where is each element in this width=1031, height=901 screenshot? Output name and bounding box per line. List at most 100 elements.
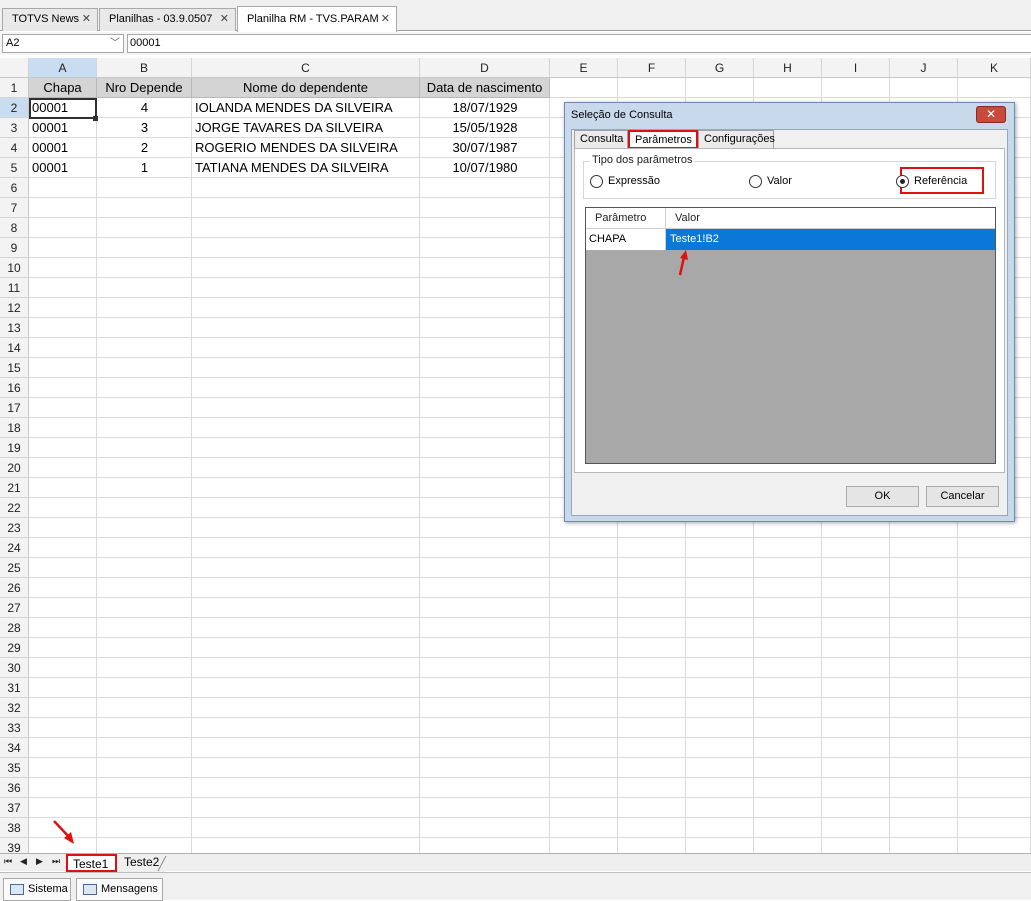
param-value-cell[interactable]: Teste1!B2 <box>666 229 995 250</box>
radio-button-checked-icon[interactable] <box>896 175 909 188</box>
row-header-38[interactable]: 38 <box>0 818 29 838</box>
row-header-14[interactable]: 14 <box>0 338 29 358</box>
row-header-1[interactable]: 1 <box>0 78 29 98</box>
row-header-35[interactable]: 35 <box>0 758 29 778</box>
row-header-24[interactable]: 24 <box>0 538 29 558</box>
select-all-corner[interactable] <box>0 58 29 78</box>
row-header-37[interactable]: 37 <box>0 798 29 818</box>
row-header-5[interactable]: 5 <box>0 158 29 178</box>
close-icon[interactable]: ✕ <box>220 9 229 30</box>
column-header-a[interactable]: A <box>29 58 97 78</box>
table-cell[interactable]: 00001 <box>29 158 97 178</box>
row-header-7[interactable]: 7 <box>0 198 29 218</box>
row-header-26[interactable]: 26 <box>0 578 29 598</box>
table-cell[interactable]: IOLANDA MENDES DA SILVEIRA <box>192 98 420 118</box>
next-sheet-icon[interactable]: ▶ <box>36 856 43 867</box>
cell-reference-box[interactable]: A2 ﹀ <box>2 34 124 53</box>
row-header-27[interactable]: 27 <box>0 598 29 618</box>
row-header-22[interactable]: 22 <box>0 498 29 518</box>
row-header-19[interactable]: 19 <box>0 438 29 458</box>
row-header-18[interactable]: 18 <box>0 418 29 438</box>
table-cell[interactable]: 00001 <box>29 118 97 138</box>
close-icon[interactable]: ✕ <box>82 9 91 30</box>
row-header-4[interactable]: 4 <box>0 138 29 158</box>
tab-planilhas[interactable]: Planilhas - 03.9.0507 ✕ <box>99 8 236 31</box>
row-header-15[interactable]: 15 <box>0 358 29 378</box>
column-header-k[interactable]: K <box>958 58 1031 78</box>
row-header-11[interactable]: 11 <box>0 278 29 298</box>
column-header-d[interactable]: D <box>420 58 550 78</box>
radio-button-icon[interactable] <box>590 175 603 188</box>
row-header-31[interactable]: 31 <box>0 678 29 698</box>
column-header-e[interactable]: E <box>550 58 618 78</box>
row-header-8[interactable]: 8 <box>0 218 29 238</box>
column-header-j[interactable]: J <box>890 58 958 78</box>
table-cell[interactable]: JORGE TAVARES DA SILVEIRA <box>192 118 420 138</box>
close-icon[interactable]: ✕ <box>381 7 390 32</box>
table-cell[interactable]: 30/07/1987 <box>420 138 550 158</box>
ok-button[interactable]: OK <box>846 486 919 507</box>
row-header-34[interactable]: 34 <box>0 738 29 758</box>
column-header-h[interactable]: H <box>754 58 822 78</box>
tab-parametros[interactable]: Parâmetros <box>628 130 698 149</box>
row-header-9[interactable]: 9 <box>0 238 29 258</box>
column-header-parametro[interactable]: Parâmetro <box>586 208 666 229</box>
table-cell[interactable]: 3 <box>97 118 192 138</box>
column-header-valor[interactable]: Valor <box>666 208 700 229</box>
row-header-32[interactable]: 32 <box>0 698 29 718</box>
table-row[interactable]: CHAPA Teste1!B2 <box>586 229 995 250</box>
row-header-13[interactable]: 13 <box>0 318 29 338</box>
row-header-39[interactable]: 39 <box>0 838 29 854</box>
mensagens-button[interactable]: Mensagens <box>76 878 163 901</box>
last-sheet-icon[interactable]: ⏭ <box>52 856 60 867</box>
first-sheet-icon[interactable]: ⏮ <box>4 856 12 867</box>
row-header-2[interactable]: 2 <box>0 98 29 118</box>
sheet-tab-teste1[interactable]: Teste1 <box>66 854 117 872</box>
table-cell[interactable]: TATIANA MENDES DA SILVEIRA <box>192 158 420 178</box>
table-cell[interactable]: 2 <box>97 138 192 158</box>
row-header-16[interactable]: 16 <box>0 378 29 398</box>
row-header-12[interactable]: 12 <box>0 298 29 318</box>
column-header-i[interactable]: I <box>822 58 890 78</box>
table-cell[interactable]: ROGERIO MENDES DA SILVEIRA <box>192 138 420 158</box>
row-header-28[interactable]: 28 <box>0 618 29 638</box>
row-header-10[interactable]: 10 <box>0 258 29 278</box>
chevron-down-icon[interactable]: ﹀ <box>110 35 120 52</box>
cancel-button[interactable]: Cancelar <box>926 486 999 507</box>
header-cell[interactable]: Nome do dependente <box>192 78 420 98</box>
row-header-30[interactable]: 30 <box>0 658 29 678</box>
row-header-6[interactable]: 6 <box>0 178 29 198</box>
tab-configuracoes[interactable]: Configurações <box>698 130 775 148</box>
table-cell[interactable]: 10/07/1980 <box>420 158 550 178</box>
table-cell[interactable]: 15/05/1928 <box>420 118 550 138</box>
tab-consulta[interactable]: Consulta <box>574 130 628 148</box>
column-header-g[interactable]: G <box>686 58 754 78</box>
param-name-cell[interactable]: CHAPA <box>586 229 666 250</box>
column-header-f[interactable]: F <box>618 58 686 78</box>
table-cell[interactable]: 00001 <box>29 138 97 158</box>
table-cell[interactable]: 1 <box>97 158 192 178</box>
sistema-button[interactable]: Sistema <box>3 878 71 901</box>
column-header-c[interactable]: C <box>192 58 420 78</box>
table-cell[interactable]: 18/07/1929 <box>420 98 550 118</box>
row-header-3[interactable]: 3 <box>0 118 29 138</box>
header-cell[interactable]: Data de nascimento <box>420 78 550 98</box>
row-header-23[interactable]: 23 <box>0 518 29 538</box>
radio-button-icon[interactable] <box>749 175 762 188</box>
table-cell[interactable]: 4 <box>97 98 192 118</box>
formula-input[interactable]: 00001 <box>127 34 1031 53</box>
row-header-33[interactable]: 33 <box>0 718 29 738</box>
tab-planilha-rm[interactable]: Planilha RM - TVS.PARAM ✕ <box>237 6 397 32</box>
row-header-25[interactable]: 25 <box>0 558 29 578</box>
close-icon[interactable]: ✕ <box>976 106 1006 123</box>
prev-sheet-icon[interactable]: ◀ <box>20 856 27 867</box>
row-header-20[interactable]: 20 <box>0 458 29 478</box>
row-header-36[interactable]: 36 <box>0 778 29 798</box>
row-header-17[interactable]: 17 <box>0 398 29 418</box>
column-header-b[interactable]: B <box>97 58 192 78</box>
tab-totvs-news[interactable]: TOTVS News ✕ <box>2 8 98 31</box>
fill-handle[interactable] <box>93 116 98 121</box>
header-cell[interactable]: Chapa <box>29 78 97 98</box>
header-cell[interactable]: Nro Depende <box>97 78 192 98</box>
row-header-21[interactable]: 21 <box>0 478 29 498</box>
